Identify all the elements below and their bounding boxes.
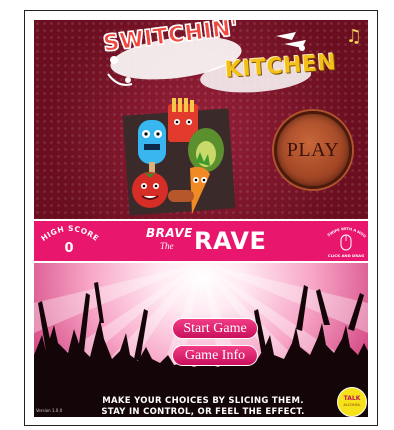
- instructions-line-2: STAY IN CONTROL, OR FEEL THE EFFECT.: [101, 407, 305, 417]
- logo-the: The: [160, 241, 174, 251]
- svg-text:HIGH SCORE: HIGH SCORE: [40, 224, 100, 242]
- version-label: Version 1.0.0: [36, 408, 63, 413]
- instructions-text: MAKE YOUR CHOICES BY SLICING THEM. STAY …: [94, 396, 312, 417]
- high-score-value: 0: [64, 241, 74, 256]
- music-note-icon[interactable]: ♫: [345, 28, 363, 46]
- play-button[interactable]: PLAY: [274, 111, 352, 189]
- logo-rave: RAVE: [194, 227, 267, 255]
- talk-alcohol-badge[interactable]: TALK ALCOHOL: [337, 387, 367, 417]
- kitchen-panel: SWITCHIN' KITCHEN ♫ PLAY: [34, 20, 368, 219]
- start-game-button[interactable]: Start Game: [172, 318, 258, 339]
- score-banner: HIGH SCORE 0 BRAVE The RAVE TO SWIPE WIT…: [34, 219, 368, 263]
- crowd-panel: Start Game Game Info MAKE YOUR CHOICES B…: [34, 263, 368, 417]
- instructions-line-1: MAKE YOUR CHOICES BY SLICING THEM.: [102, 396, 304, 406]
- mouse-icon: [340, 234, 352, 251]
- play-button-label: PLAY: [286, 138, 340, 161]
- game-canvas: SWITCHIN' KITCHEN ♫ PLAY HIGH SCORE 0 BR…: [34, 20, 368, 417]
- crowd-silhouette-graphic: [34, 282, 368, 417]
- badge-talk-text: TALK: [343, 395, 361, 402]
- mouse-swipe-hint: TO SWIPE WITH A MOUSE CLICK AND DRAG: [326, 223, 366, 258]
- high-score-label: HIGH SCORE: [40, 224, 100, 242]
- logo-brave: BRAVE: [146, 226, 193, 240]
- food-characters-art: [122, 98, 236, 216]
- badge-alcohol-text: ALCOHOL: [343, 403, 361, 407]
- game-info-button[interactable]: Game Info: [172, 345, 258, 366]
- svg-text:CLICK AND DRAG: CLICK AND DRAG: [328, 253, 364, 258]
- brave-the-rave-logo: BRAVE The RAVE: [140, 224, 280, 260]
- game-frame: SWITCHIN' KITCHEN ♫ PLAY HIGH SCORE 0 BR…: [24, 10, 378, 426]
